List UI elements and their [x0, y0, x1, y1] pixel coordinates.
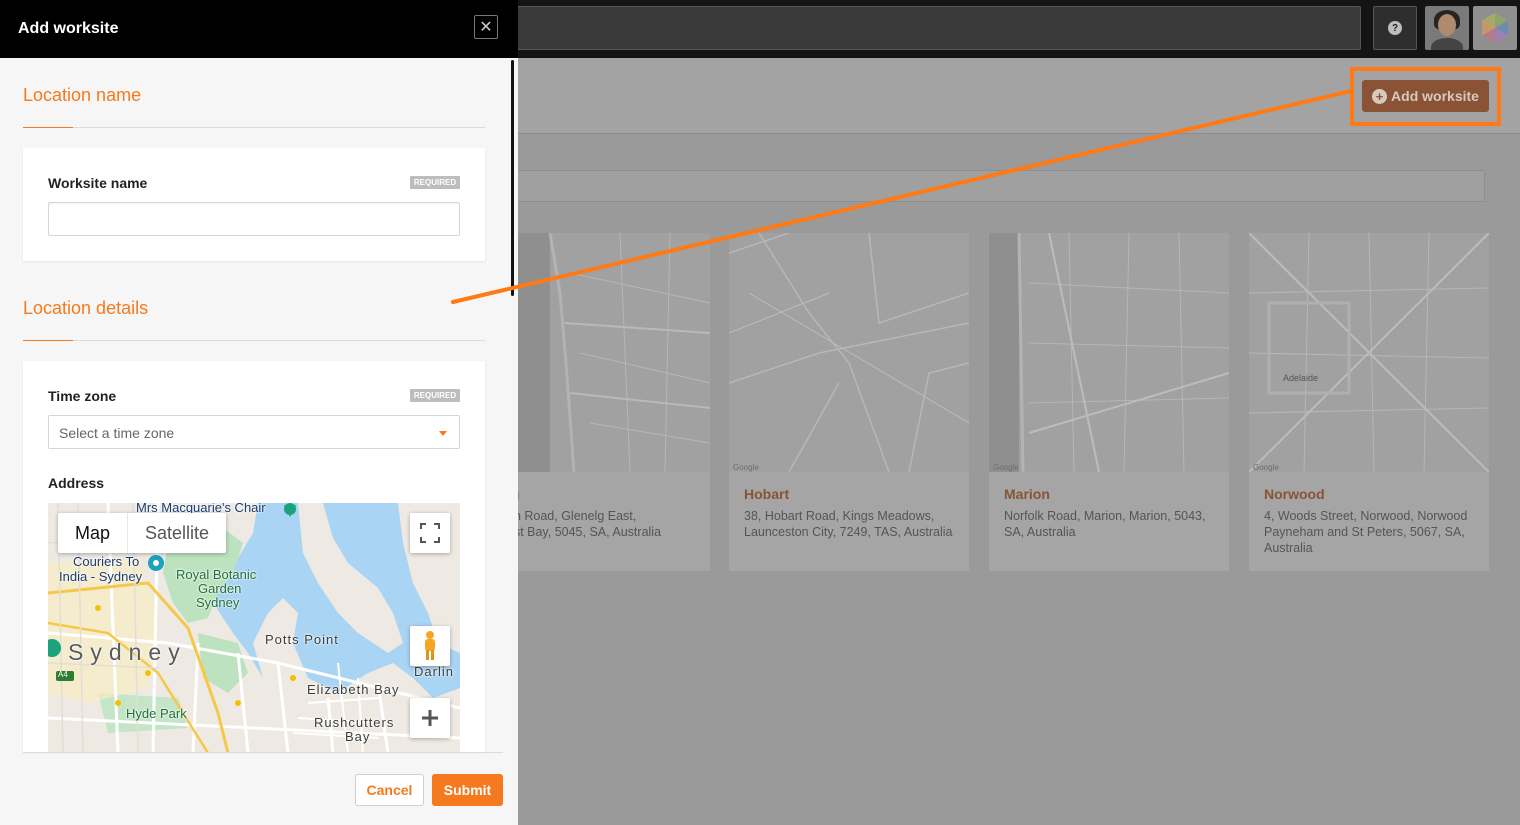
map-park-label: Garden: [198, 581, 242, 596]
zoom-in-button[interactable]: [410, 698, 450, 738]
map-suburb-label: Elizabeth Bay: [307, 682, 400, 697]
worksite-address: 4, Woods Street, Norwood, Norwood Payneh…: [1264, 509, 1468, 555]
time-zone-placeholder: Select a time zone: [59, 425, 175, 441]
worksite-map-thumbnail: Google: [989, 233, 1229, 472]
map-suburb-label: Bay: [345, 729, 371, 744]
map-suburb-label: Rushcutters: [314, 715, 395, 730]
section-divider: [23, 340, 485, 341]
annotation-highlight-box: [1350, 67, 1501, 126]
org-logo[interactable]: [1473, 6, 1517, 50]
chevron-down-icon: [439, 431, 447, 436]
drawer-header: Add worksite ✕: [0, 0, 518, 58]
worksite-title: Marion: [1004, 486, 1050, 502]
worksite-address: on Road, Glenelg East, ast Bay, 5045, SA…: [507, 509, 662, 539]
fullscreen-icon: [420, 523, 440, 543]
drawer-scrollbar[interactable]: [511, 60, 514, 296]
plus-icon: [422, 710, 438, 726]
map-park-label: Royal Botanic: [176, 567, 257, 582]
section-divider: [23, 127, 485, 128]
worksite-title: lg: [507, 486, 710, 502]
worksite-address: Norfolk Road, Marion, Marion, 5043, SA, …: [1004, 509, 1206, 539]
user-avatar[interactable]: [1425, 6, 1469, 50]
google-watermark: Google: [1253, 463, 1279, 472]
global-search-input[interactable]: [470, 6, 1361, 50]
google-watermark: Google: [993, 463, 1019, 472]
worksite-map-thumbnail: Adelaide Google: [1249, 233, 1489, 472]
map-poi-label: Couriers To: [73, 554, 140, 569]
map-city-label: Adelaide: [1283, 373, 1319, 383]
location-details-panel: Time zone REQUIRED Select a time zone Ad…: [23, 361, 485, 752]
time-zone-label: Time zone: [48, 388, 117, 404]
worksite-card[interactable]: Adelaide Google Norwood 4, Woods Street,…: [1249, 233, 1489, 571]
map-suburb-label: Darlin: [414, 664, 454, 679]
map-tab-satellite[interactable]: Satellite: [127, 513, 226, 553]
fullscreen-button[interactable]: [410, 513, 450, 553]
map-tab-map[interactable]: Map: [58, 513, 127, 553]
map-park-label: Hyde Park: [126, 706, 187, 721]
close-icon[interactable]: ✕: [474, 15, 498, 39]
help-icon: ?: [1388, 21, 1402, 35]
add-worksite-drawer: Add worksite ✕ Location name Worksite na…: [0, 0, 518, 825]
worksite-card[interactable]: Google Marion Norfolk Road, Marion, Mari…: [989, 233, 1229, 571]
google-watermark: Google: [733, 463, 759, 472]
road-shield-label: A4: [58, 670, 68, 679]
submit-button[interactable]: Submit: [432, 774, 503, 806]
required-badge: REQUIRED: [410, 176, 460, 189]
pegman-icon: [425, 631, 435, 660]
worksite-map-thumbnail: Google: [729, 233, 969, 472]
section-heading-location-details: Location details: [23, 298, 149, 318]
time-zone-select[interactable]: Select a time zone: [48, 415, 460, 449]
map-park-label: Sydney: [196, 595, 240, 610]
address-label: Address: [48, 475, 105, 491]
worksite-title: Norwood: [1264, 486, 1325, 502]
worksite-address: 38, Hobart Road, Kings Meadows, Launcest…: [744, 509, 953, 539]
required-badge: REQUIRED: [410, 389, 460, 402]
worksite-filter-input[interactable]: [470, 170, 1485, 202]
worksite-card[interactable]: Google Hobart 38, Hobart Road, Kings Mea…: [729, 233, 969, 571]
cancel-button[interactable]: Cancel: [355, 774, 424, 806]
help-button[interactable]: ?: [1373, 6, 1417, 50]
drawer-title: Add worksite: [18, 20, 119, 37]
hexagon-logo-icon: [1482, 13, 1508, 43]
worksite-name-input[interactable]: [48, 202, 460, 236]
worksite-name-label: Worksite name: [48, 175, 148, 191]
map-suburb-label: Potts Point: [265, 632, 339, 647]
map-type-tabs: Map Satellite: [58, 513, 227, 553]
drawer-footer-divider: [23, 752, 503, 753]
street-view-pegman[interactable]: [410, 626, 450, 666]
location-name-panel: Worksite name REQUIRED: [23, 148, 485, 261]
address-map[interactable]: Mrs Macquarie's Chair Couriers To India …: [48, 503, 460, 752]
section-heading-location-name: Location name: [23, 85, 142, 105]
map-city-label: Sydney: [68, 639, 187, 665]
map-poi-label: India - Sydney: [59, 569, 143, 584]
worksite-title: Hobart: [744, 486, 790, 502]
